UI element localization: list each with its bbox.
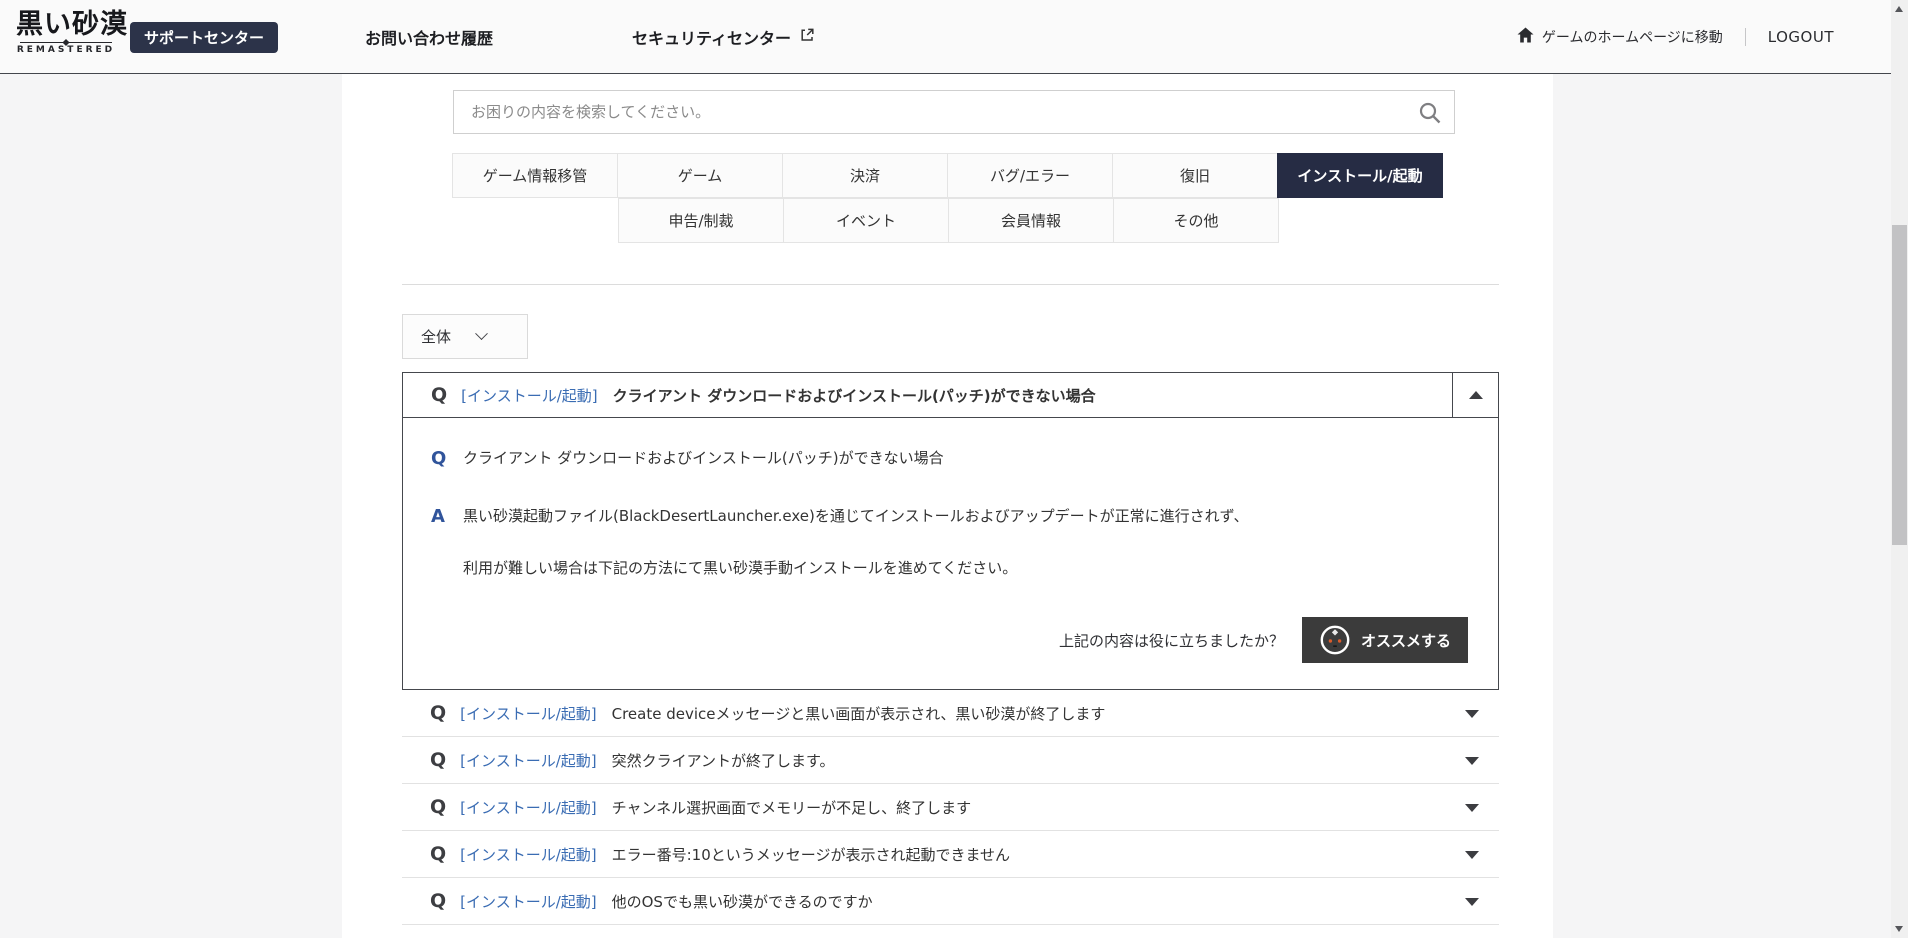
search-input[interactable] [454,91,1454,133]
caret-down-icon[interactable] [1465,757,1479,765]
nav-inquiry-history-label: お問い合わせ履歴 [365,25,493,49]
tab-recovery[interactable]: 復旧 [1112,153,1278,198]
tab-game[interactable]: ゲーム [617,153,783,198]
scope-dropdown[interactable]: 全体 [402,314,528,359]
faq-category-link[interactable]: [インストール/起動] [460,891,596,912]
scrollbar-thumb[interactable] [1892,225,1907,545]
caret-up-icon [1469,391,1483,399]
scope-dropdown-value: 全体 [421,326,451,347]
page-scrollbar[interactable] [1891,0,1908,938]
tab-label: 申告/制裁 [668,210,733,231]
logout-link[interactable]: LOGOUT [1768,28,1834,46]
faq-category-link[interactable]: [インストール/起動] [460,750,596,771]
tab-label: 会員情報 [1001,210,1061,231]
logo-divider [20,42,112,43]
tab-payment[interactable]: 決済 [782,153,948,198]
tab-game-info-transfer[interactable]: ゲーム情報移管 [452,153,618,198]
tab-label: バグ/エラー [990,165,1070,186]
tab-report-sanction[interactable]: 申告/制裁 [618,198,784,243]
q-mark: Q [430,702,446,724]
scroll-down-icon[interactable] [1895,926,1903,932]
header: 黒い砂漠 REMASTERED サポートセンター お問い合わせ履歴 セキュリティ… [0,0,1891,74]
scroll-up-icon[interactable] [1895,6,1903,12]
faq-question-text: クライアント ダウンロードおよびインストール(パッチ)ができない場合 [613,385,1096,406]
tab-label: その他 [1173,210,1218,231]
tab-bug-error[interactable]: バグ/エラー [947,153,1113,198]
caret-down-icon[interactable] [1465,804,1479,812]
faq-answer-panel: Q クライアント ダウンロードおよびインストール(パッチ)ができない場合 A 黒… [402,418,1499,690]
content-column: ゲーム情報移管 ゲーム 決済 バグ/エラー 復旧 インストール/起動 申告/制裁… [342,74,1553,938]
tab-other[interactable]: その他 [1113,198,1279,243]
recommend-button-label: オススメする [1361,630,1451,651]
tab-label: ゲーム情報移管 [483,165,588,186]
faq-question-text: Create deviceメッセージと黒い画面が表示され、黒い砂漠が終了します [612,703,1106,724]
q-mark: Q [430,890,446,912]
category-tabs-row2: 申告/制裁 イベント 会員情報 その他 [618,198,1279,243]
tab-label: 復旧 [1180,165,1210,186]
home-link-label: ゲームのホームページに移動 [1542,27,1723,47]
faq-row[interactable]: Q [インストール/起動] エラー番号:10というメッセージが表示され起動できま… [402,831,1499,878]
tab-label: ゲーム [678,165,723,186]
tab-event[interactable]: イベント [783,198,949,243]
faq-list: Q [インストール/起動] Create deviceメッセージと黒い画面が表示… [402,690,1499,925]
mascot-icon [1319,624,1351,656]
faq-question-text: チャンネル選択画面でメモリーが不足し、終了します [612,797,972,818]
faq-row[interactable]: Q [インストール/起動] チャンネル選択画面でメモリーが不足し、終了します [402,784,1499,831]
home-icon [1517,27,1534,47]
page-background: ゲーム情報移管 ゲーム 決済 バグ/エラー 復旧 インストール/起動 申告/制裁… [0,74,1891,938]
logo-subtitle: REMASTERED [16,45,116,55]
collapse-button[interactable] [1452,373,1498,417]
section-divider [402,284,1499,285]
logo[interactable]: 黒い砂漠 REMASTERED [16,10,116,55]
faq-question-text: 突然クライアントが終了します。 [612,750,835,771]
helpful-prompt: 上記の内容は役に立ちましたか？ [1059,630,1284,651]
caret-down-icon[interactable] [1465,898,1479,906]
tab-label: インストール/起動 [1297,165,1422,186]
search-icon[interactable] [1418,101,1442,125]
faq-row[interactable]: Q [インストール/起動] 突然クライアントが終了します。 [402,737,1499,784]
nav-security-center-label: セキュリティセンター [632,25,791,49]
q-label: Q [431,448,463,469]
faq-category-link[interactable]: [インストール/起動] [460,797,596,818]
nav-security-center[interactable]: セキュリティセンター [632,0,815,74]
go-to-game-homepage-link[interactable]: ゲームのホームページに移動 [1517,27,1723,47]
faq-question-text: エラー番号:10というメッセージが表示され起動できません [612,844,1010,865]
panel-answer-text1: 黒い砂漠起動ファイル(BlackDesertLauncher.exe)を通じてイ… [463,506,1249,526]
faq-category-link[interactable]: [インストール/起動] [460,844,596,865]
q-mark: Q [431,384,447,406]
caret-down-icon[interactable] [1465,851,1479,859]
category-tabs-row1: ゲーム情報移管 ゲーム 決済 バグ/エラー 復旧 インストール/起動 [452,153,1443,198]
panel-answer-line: A 黒い砂漠起動ファイル(BlackDesertLauncher.exe)を通じ… [403,506,1249,527]
header-right-group: ゲームのホームページに移動 LOGOUT [1517,0,1834,74]
caret-down-icon[interactable] [1465,710,1479,718]
header-divider [1745,28,1746,46]
q-mark: Q [430,843,446,865]
q-mark: Q [430,749,446,771]
logo-title: 黒い砂漠 [16,10,116,40]
faq-row[interactable]: Q [インストール/起動] Create deviceメッセージと黒い画面が表示… [402,690,1499,737]
tab-install-launch-selected[interactable]: インストール/起動 [1277,153,1443,198]
a-label: A [431,506,463,527]
panel-question-line: Q クライアント ダウンロードおよびインストール(パッチ)ができない場合 [403,448,944,469]
faq-row-expanded[interactable]: Q [インストール/起動] クライアント ダウンロードおよびインストール(パッチ… [402,372,1499,418]
faq-question-text: 他のOSでも黒い砂漠ができるのですか [612,891,873,912]
panel-footer: 上記の内容は役に立ちましたか？ オススメする [1059,617,1468,663]
faq-row[interactable]: Q [インストール/起動] 他のOSでも黒い砂漠ができるのですか [402,878,1499,925]
nav-inquiry-history[interactable]: お問い合わせ履歴 [365,0,493,74]
chevron-down-icon [475,327,488,340]
panel-answer-text2: 利用が難しい場合は下記の方法にて黒い砂漠手動インストールを進めてください。 [463,558,1017,578]
faq-category-link[interactable]: [インストール/起動] [460,703,596,724]
support-center-button[interactable]: サポートセンター [130,22,278,53]
q-mark: Q [430,796,446,818]
panel-question-text: クライアント ダウンロードおよびインストール(パッチ)ができない場合 [463,448,944,468]
tab-label: 決済 [850,165,880,186]
search-box [453,90,1455,134]
tab-label: イベント [836,210,896,231]
recommend-button[interactable]: オススメする [1302,617,1468,663]
tab-member-info[interactable]: 会員情報 [948,198,1114,243]
external-link-icon [799,27,815,47]
faq-category-link[interactable]: [インストール/起動] [461,385,597,406]
